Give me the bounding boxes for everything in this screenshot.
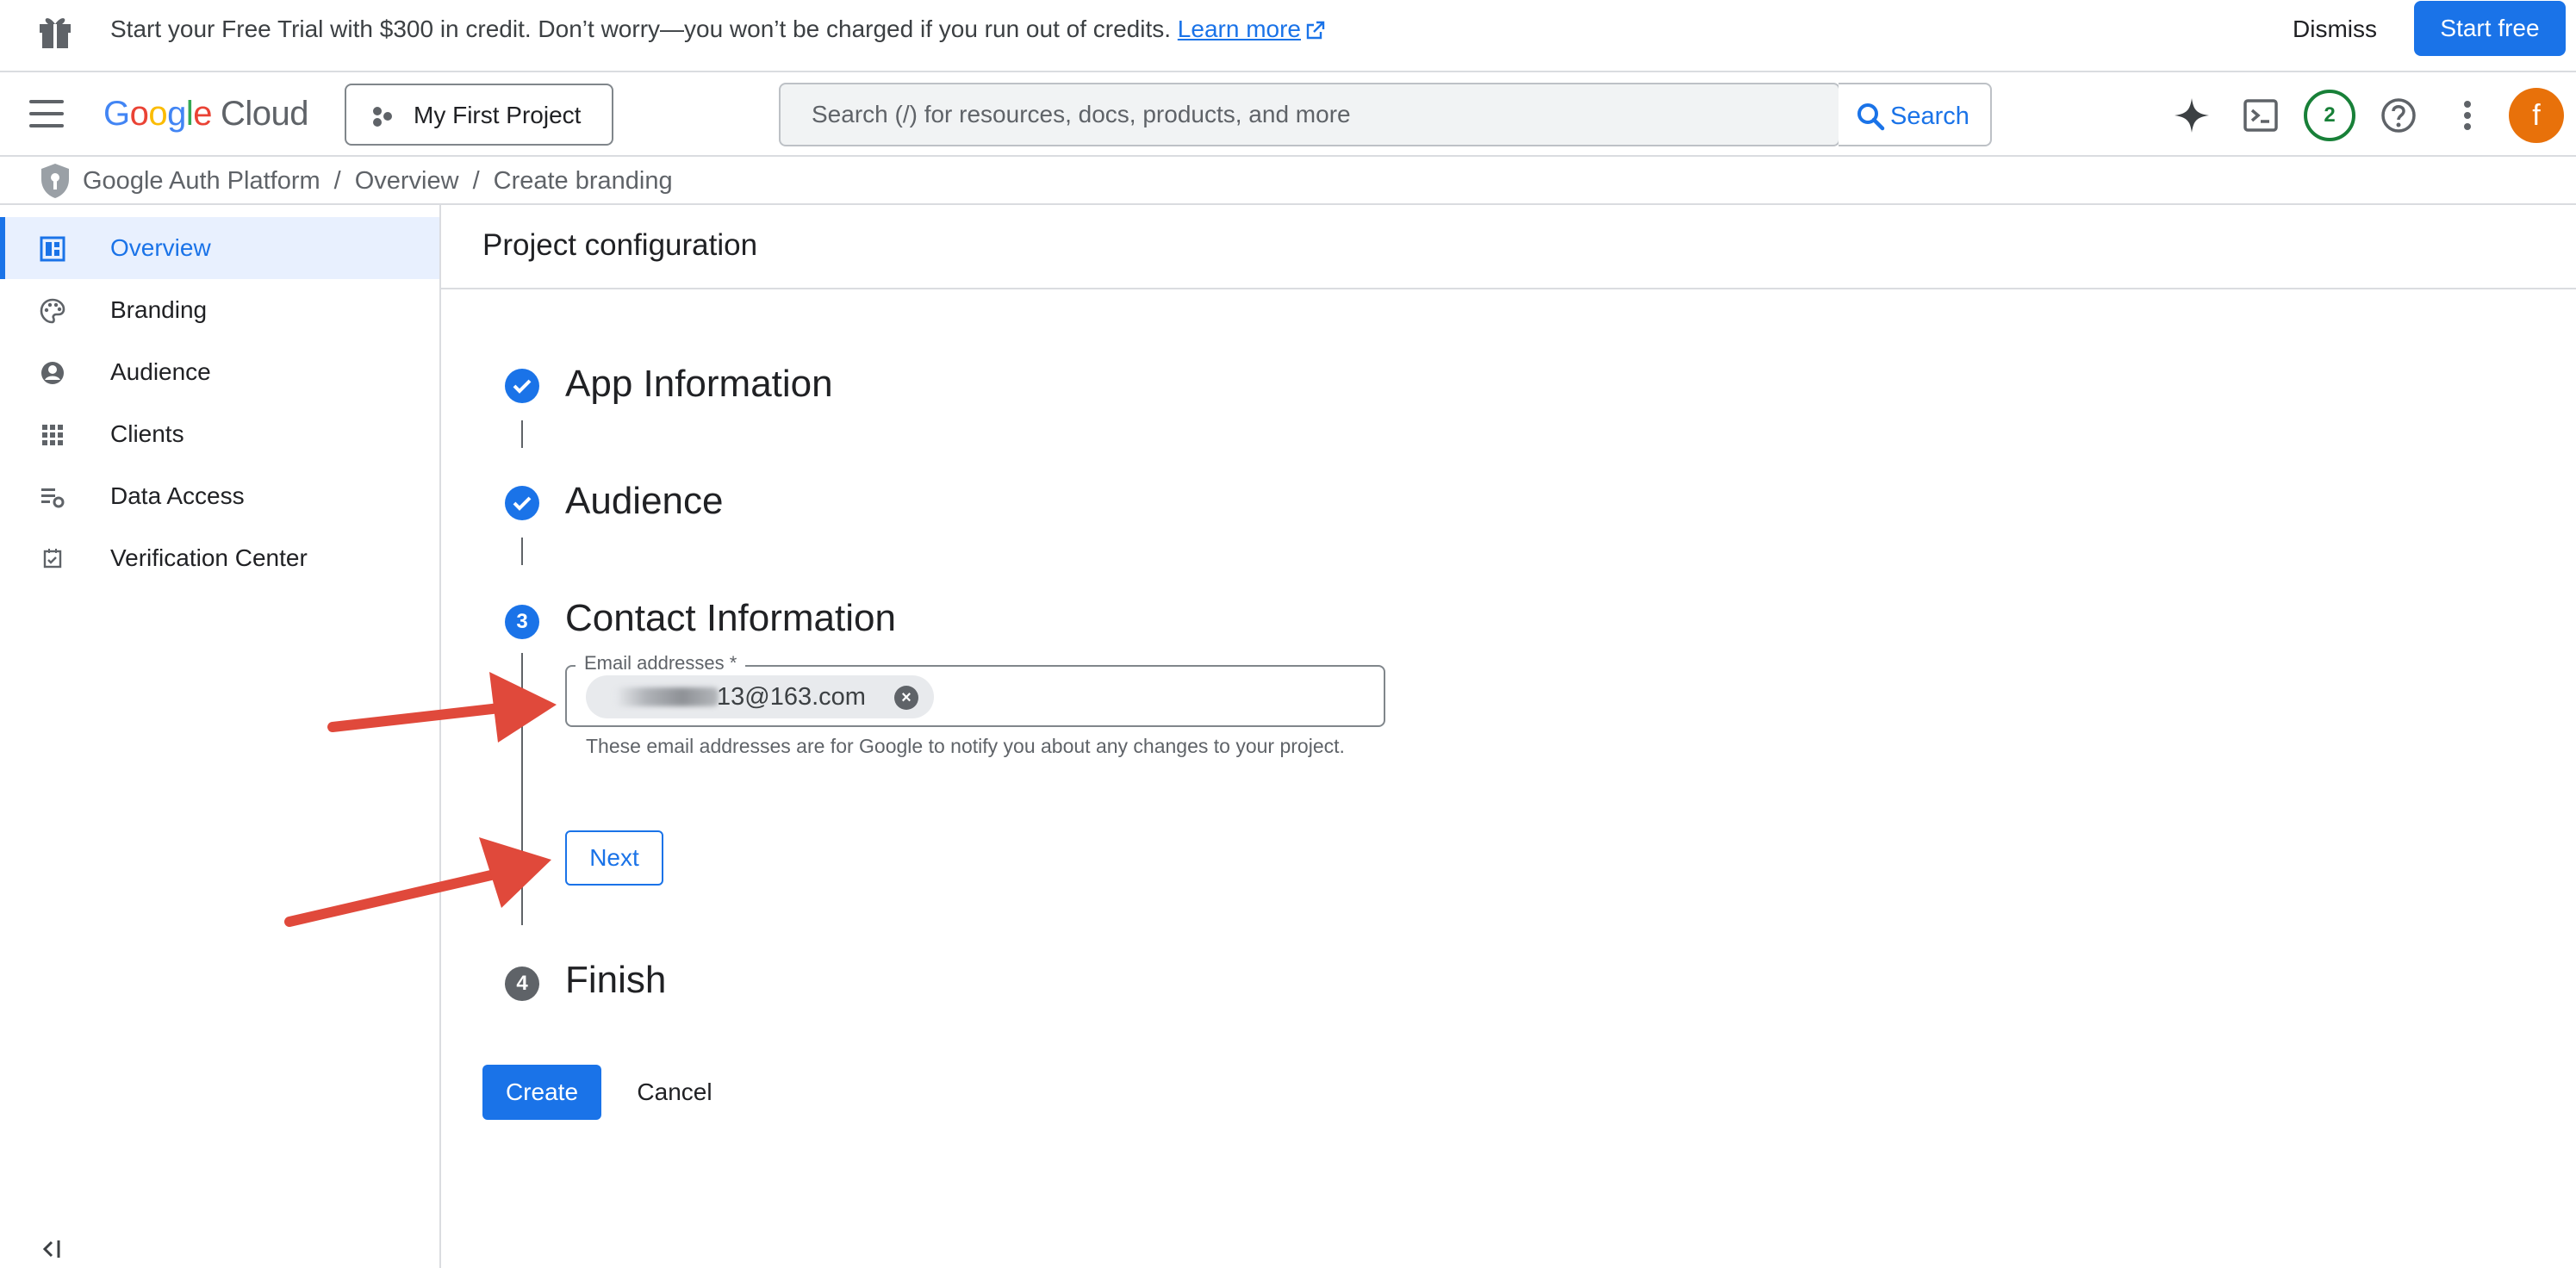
sidebar-item-label: Clients bbox=[110, 420, 184, 447]
logo-letter: o bbox=[129, 95, 149, 133]
breadcrumb-item-overview[interactable]: Overview bbox=[355, 167, 459, 195]
logo-product: Cloud bbox=[221, 95, 309, 133]
step-connector bbox=[521, 538, 523, 565]
breadcrumb-separator: / bbox=[333, 167, 341, 195]
page-title: Project configuration bbox=[482, 228, 758, 262]
breadcrumb-item-create-branding: Create branding bbox=[493, 167, 673, 195]
collapse-sidebar-icon[interactable] bbox=[40, 1235, 67, 1263]
logo-letter: l bbox=[185, 95, 194, 133]
sidebar-item-label: Branding bbox=[110, 296, 208, 323]
promo-message: Start your Free Trial with $300 in credi… bbox=[110, 15, 1325, 44]
project-selector-button[interactable]: My First Project bbox=[345, 84, 613, 146]
sidebar-item-overview[interactable]: Overview bbox=[0, 217, 439, 279]
search-input[interactable] bbox=[781, 84, 1839, 145]
search-icon bbox=[1857, 103, 1885, 131]
breadcrumb-trail: Google Auth Platform / Overview / Create bra… bbox=[83, 165, 673, 196]
palette-icon bbox=[40, 298, 65, 324]
logo-letter: G bbox=[103, 95, 130, 133]
promo-banner: Start your Free Trial with $300 in credi… bbox=[0, 0, 2576, 72]
email-chip-text: 13@163.com bbox=[717, 683, 866, 711]
breadcrumb-separator: / bbox=[472, 167, 480, 195]
email-chip: 13@163.com × bbox=[586, 675, 934, 718]
remove-chip-icon[interactable]: × bbox=[894, 686, 918, 710]
menu-icon[interactable] bbox=[29, 100, 64, 129]
step-number-badge: 3 bbox=[505, 605, 539, 639]
account-avatar[interactable]: f bbox=[2509, 88, 2564, 143]
sidebar-item-data-access[interactable]: Data Access bbox=[0, 465, 439, 527]
promo-text: Start your Free Trial with $300 in credi… bbox=[110, 16, 1172, 42]
account-circle-icon bbox=[41, 362, 64, 384]
dismiss-button[interactable]: Dismiss bbox=[2266, 10, 2404, 48]
sidebar-nav: Overview Branding Audience Clients Data … bbox=[0, 205, 441, 1268]
page-header: Project configuration bbox=[441, 205, 2576, 289]
next-button[interactable]: Next bbox=[565, 830, 663, 886]
sidebar-item-label: Overview bbox=[110, 234, 211, 261]
step-title-audience[interactable]: Audience bbox=[565, 477, 723, 525]
project-dots-icon bbox=[373, 107, 392, 127]
data-settings-icon bbox=[41, 488, 65, 508]
learn-more-label: Learn more bbox=[1177, 16, 1301, 42]
logo-letter: e bbox=[193, 95, 213, 133]
google-cloud-logo[interactable]: Google Cloud bbox=[103, 90, 309, 138]
gift-icon bbox=[40, 18, 71, 48]
notifications-badge[interactable]: 2 bbox=[2304, 90, 2355, 141]
sidebar-item-label: Audience bbox=[110, 358, 211, 385]
more-vert-icon[interactable] bbox=[2448, 96, 2486, 134]
learn-more-link[interactable]: Learn more bbox=[1178, 16, 1325, 42]
search-button[interactable]: Search bbox=[1839, 83, 1992, 146]
search-button-label: Search bbox=[1890, 103, 1969, 130]
gemini-sparkle-icon[interactable] bbox=[2173, 96, 2211, 134]
redacted-email-prefix bbox=[615, 687, 719, 706]
top-app-bar: GoogleCloud My First Project Search 2 bbox=[0, 72, 2576, 157]
open-in-new-icon bbox=[1306, 21, 1325, 40]
project-name: My First Project bbox=[414, 102, 582, 128]
help-icon[interactable] bbox=[2380, 96, 2417, 134]
logo-letter: o bbox=[148, 95, 168, 133]
step-done-check-icon bbox=[505, 486, 539, 520]
apps-grid-icon bbox=[42, 425, 63, 445]
dashboard-icon bbox=[40, 236, 65, 262]
auth-shield-icon bbox=[41, 164, 69, 198]
create-button[interactable]: Create bbox=[482, 1065, 601, 1120]
breadcrumb: Google Auth Platform / Overview / Create bra… bbox=[0, 157, 2576, 205]
sidebar-item-audience[interactable]: Audience bbox=[0, 341, 439, 403]
start-free-button[interactable]: Start free bbox=[2414, 1, 2566, 56]
sidebar-item-label: Verification Center bbox=[110, 544, 308, 571]
email-field-label: Email addresses * bbox=[576, 652, 746, 674]
step-done-check-icon bbox=[505, 369, 539, 403]
cancel-button[interactable]: Cancel bbox=[627, 1065, 722, 1120]
step-number-badge: 4 bbox=[505, 967, 539, 1001]
step-title-app-information[interactable]: App Information bbox=[565, 360, 833, 408]
search-bar bbox=[779, 83, 1840, 146]
sidebar-item-branding[interactable]: Branding bbox=[0, 279, 439, 341]
checkbox-calendar-icon bbox=[43, 549, 62, 569]
sidebar-item-clients[interactable]: Clients bbox=[0, 403, 439, 465]
app-window: Start your Free Trial with $300 in credi… bbox=[0, 0, 2576, 1268]
step-title-contact-information: Contact Information bbox=[565, 597, 896, 639]
email-helper-text: These email addresses are for Google to … bbox=[586, 735, 1345, 757]
sidebar-item-verification-center[interactable]: Verification Center bbox=[0, 527, 439, 589]
breadcrumb-item-auth-platform[interactable]: Google Auth Platform bbox=[83, 167, 320, 195]
cloud-shell-icon[interactable] bbox=[2242, 96, 2280, 134]
step-connector bbox=[521, 653, 523, 925]
step-title-finish: Finish bbox=[565, 959, 667, 1001]
logo-letter: g bbox=[167, 95, 186, 133]
sidebar-item-label: Data Access bbox=[110, 482, 245, 509]
step-connector bbox=[521, 420, 523, 448]
